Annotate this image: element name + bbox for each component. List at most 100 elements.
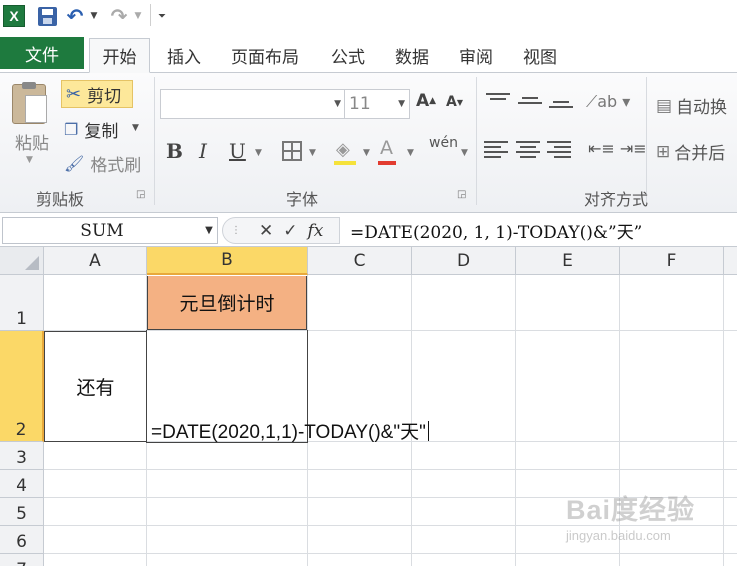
orientation-icon[interactable]: ⟋ab ▾ (586, 92, 630, 112)
undo-icon: ↶ (66, 4, 84, 28)
row-header-2[interactable]: 2 (0, 331, 44, 442)
tab-file[interactable]: 文件 (0, 37, 84, 69)
row-header-1[interactable]: 1 (0, 275, 44, 331)
column-header-g[interactable] (724, 247, 737, 275)
cancel-icon[interactable]: ✕ (259, 221, 273, 241)
column-header-e[interactable]: E (516, 247, 620, 275)
resize-handle-icon[interactable]: ⋮ (231, 225, 241, 236)
formula-bar: SUM ▼ ⋮ ✕ ✓ fx =DATE(2020, 1, 1)-TODAY()… (0, 214, 737, 247)
wrap-text-icon: ▤ (656, 95, 673, 116)
tab-data[interactable]: 数据 (390, 39, 434, 72)
cell-b2-editor[interactable]: =DATE(2020,1,1)-TODAY()&"天" (151, 417, 429, 444)
name-box-value: SUM (80, 220, 124, 241)
grow-font-button[interactable]: A ▲ (416, 91, 436, 111)
group-divider (154, 77, 155, 205)
row-header-5[interactable]: 5 (0, 498, 44, 526)
underline-button[interactable]: U (229, 139, 246, 163)
select-all-button[interactable] (0, 247, 44, 275)
tab-view[interactable]: 视图 (518, 39, 562, 72)
undo-dropdown-icon[interactable]: ▼ (89, 4, 99, 28)
align-middle-icon[interactable] (518, 97, 542, 117)
phonetic-dropdown-icon[interactable]: ▼ (461, 148, 468, 158)
paste-label[interactable]: 粘贴 (12, 129, 52, 154)
column-header-d[interactable]: D (412, 247, 516, 275)
align-left-icon[interactable] (484, 141, 508, 161)
save-button[interactable] (36, 4, 58, 28)
align-top-icon[interactable] (486, 93, 510, 113)
cell-a2[interactable]: 还有 (44, 331, 147, 442)
toolbar-divider (150, 4, 151, 26)
gridline (44, 469, 737, 470)
name-box[interactable]: SUM ▼ (2, 217, 218, 244)
scissors-icon: ✂ (66, 83, 82, 105)
shrink-font-icon: A (446, 94, 457, 110)
row-header-6[interactable]: 6 (0, 526, 44, 554)
cut-button[interactable]: ✂ 剪切 (61, 80, 133, 108)
tab-formulas[interactable]: 公式 (326, 39, 370, 72)
clipboard-launcher-icon[interactable]: ◲ (136, 189, 145, 200)
chevron-down-icon[interactable]: ▼ (201, 225, 217, 236)
ribbon: 粘贴 ▼ ✂ 剪切 ❐ 复制 ▼ 🖌 格式刷 剪贴板 ◲ ▼ 11 ▼ A ▲ A ▼… (0, 73, 737, 213)
enter-check-icon[interactable]: ✓ (283, 221, 297, 241)
redo-icon: ↷ (110, 4, 128, 28)
redo-button[interactable]: ↷ (108, 4, 130, 28)
column-header-b[interactable]: B (147, 247, 308, 275)
format-painter-button[interactable]: 🖌 格式刷 (64, 151, 141, 176)
italic-button[interactable]: I (199, 139, 207, 163)
redo-dropdown-icon[interactable]: ▼ (133, 4, 143, 28)
font-color-icon[interactable]: A (380, 137, 393, 159)
insert-function-icon[interactable]: fx (308, 221, 324, 241)
align-bottom-icon[interactable] (549, 101, 573, 121)
fill-color-dropdown-icon[interactable]: ▼ (363, 148, 370, 158)
column-header-a[interactable]: A (44, 247, 147, 275)
wrap-text-label: 自动换 (676, 98, 728, 118)
chevron-down-icon: ▼ (334, 99, 341, 109)
align-center-icon[interactable] (516, 141, 540, 161)
merge-label: 合并后 (674, 144, 726, 164)
paintbrush-icon: 🖌 (64, 154, 85, 173)
gridline (515, 275, 516, 566)
font-size-value: 11 (349, 94, 371, 114)
formula-buttons: ⋮ ✕ ✓ fx (222, 217, 340, 244)
customize-toolbar-icon[interactable]: ⏷ (156, 4, 168, 28)
font-launcher-icon[interactable]: ◲ (457, 189, 466, 200)
quick-access-toolbar: X ↶ ▼ ↷ ▼ ⏷ (0, 0, 737, 33)
undo-button[interactable]: ↶ (64, 4, 86, 28)
underline-dropdown-icon[interactable]: ▼ (255, 148, 262, 158)
phonetic-guide-icon[interactable]: wén (429, 135, 458, 151)
font-color-dropdown-icon[interactable]: ▼ (407, 148, 414, 158)
paste-button[interactable] (12, 81, 52, 127)
copy-label: 复制 (84, 122, 119, 142)
font-size-combo[interactable]: 11 ▼ (344, 89, 410, 119)
font-name-combo[interactable]: ▼ (160, 89, 346, 119)
borders-dropdown-icon[interactable]: ▼ (309, 148, 316, 158)
align-right-icon[interactable] (547, 141, 571, 161)
tab-insert[interactable]: 插入 (162, 39, 206, 72)
wrap-text-button[interactable]: ▤ 自动换 (656, 93, 728, 119)
formula-input[interactable]: =DATE(2020, 1, 1)-TODAY()&”天” (350, 217, 642, 244)
column-header-c[interactable]: C (308, 247, 412, 275)
indent-icons[interactable]: ⇤≡ ⇥≡ (588, 139, 647, 158)
copy-dropdown-icon[interactable]: ▼ (132, 123, 139, 133)
cell-b2-formula: =DATE(2020,1,1)-TODAY()&"天" (151, 422, 426, 443)
merge-center-button[interactable]: ⊞ 合并后 (656, 139, 726, 165)
borders-icon[interactable] (282, 141, 302, 161)
tab-page-layout[interactable]: 页面布局 (225, 39, 305, 72)
tab-home[interactable]: 开始 (89, 38, 150, 73)
chevron-down-icon: ▼ (398, 99, 405, 109)
font-group-label: 字体 (286, 190, 319, 209)
bold-button[interactable]: B (166, 139, 183, 163)
clipboard-group-label: 剪贴板 (36, 190, 85, 209)
row-header-4[interactable]: 4 (0, 470, 44, 498)
row-header-7[interactable]: 7 (0, 554, 44, 566)
copy-button[interactable]: ❐ 复制 (64, 117, 118, 142)
fill-color-icon[interactable]: ◈ (336, 139, 350, 160)
cell-b1[interactable]: 元旦倒计时 (147, 276, 307, 330)
column-header-f[interactable]: F (620, 247, 724, 275)
paste-dropdown-icon[interactable]: ▼ (26, 155, 33, 165)
tab-review[interactable]: 审阅 (454, 39, 498, 72)
shrink-font-button[interactable]: A ▼ (446, 94, 463, 110)
row-header-3[interactable]: 3 (0, 442, 44, 470)
excel-app-icon[interactable]: X (2, 4, 26, 28)
save-icon (37, 6, 57, 26)
